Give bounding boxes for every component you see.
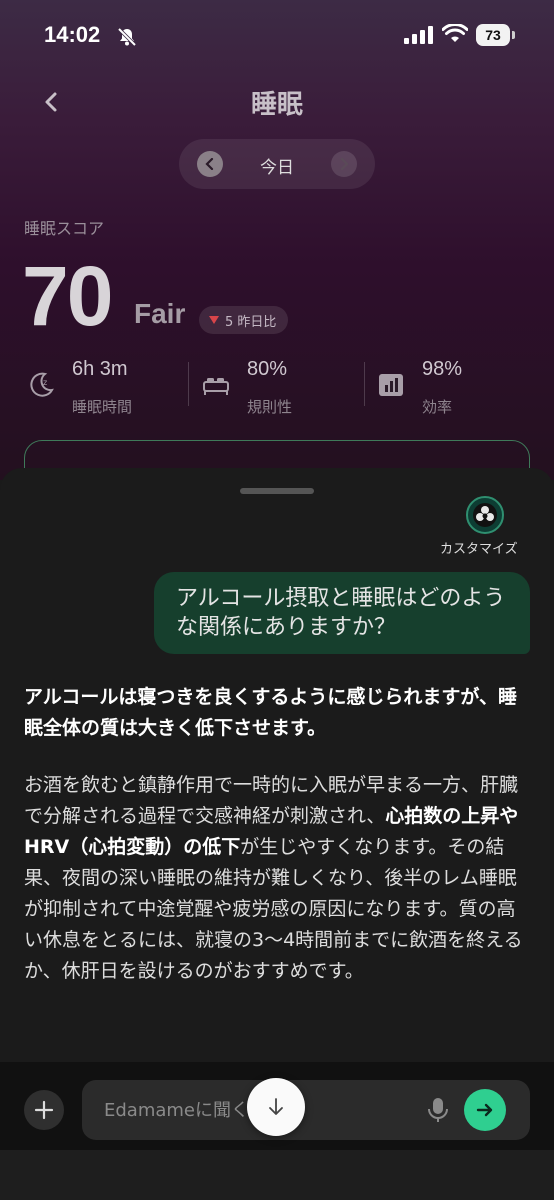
user-message-bubble: アルコール摂取と睡眠はどのような関係にありますか？ [154, 572, 530, 654]
home-indicator-area [0, 1150, 554, 1200]
microphone-icon[interactable] [426, 1096, 450, 1124]
metric-value: 6h 3m [72, 358, 128, 380]
customize-label[interactable]: カスタマイズ [440, 538, 518, 557]
sleep-score-value: 70 [22, 249, 113, 343]
score-delta-text: 5 昨日比 [225, 314, 277, 330]
metric-divider [188, 362, 189, 406]
ai-response-body: お酒を飲むと鎮静作用で一時的に入眠が早まる一方、肝臓で分解される過程で交感神経が… [24, 770, 534, 987]
send-button[interactable] [464, 1089, 506, 1131]
wifi-icon [442, 24, 468, 42]
scroll-to-bottom-button[interactable] [247, 1078, 305, 1136]
date-navigator: 今日 [179, 139, 375, 189]
metric-label: 睡眠時間 [72, 398, 133, 416]
metric-value: 98% [422, 358, 463, 380]
metric-label: 規則性 [247, 398, 293, 416]
ai-response: アルコールは寝つきを良くするように感じられますが、睡眠全体の質は大きく低下させま… [24, 682, 534, 987]
page-title: 睡眠 [250, 90, 303, 120]
status-time: 14:02 [44, 22, 101, 47]
bell-muted-icon [117, 27, 137, 47]
sleep-score-label: 睡眠スコア [24, 219, 105, 238]
metric-value: 80% [247, 358, 288, 380]
sheet-drag-handle[interactable] [240, 488, 314, 494]
arrow-right-icon [476, 1103, 493, 1117]
moon-icon: z [30, 372, 54, 397]
edamame-avatar-icon [473, 503, 497, 527]
status-bar: 14:02 73 [0, 0, 554, 72]
chat-input-field[interactable] [82, 1080, 530, 1140]
battery-indicator: 73 [476, 24, 515, 46]
metric-label: 効率 [422, 398, 453, 416]
score-delta-badge: 5 昨日比 [199, 306, 289, 334]
plus-icon [34, 1100, 54, 1120]
metric-divider [364, 362, 365, 406]
chevron-right-icon [340, 158, 349, 170]
down-arrow-icon [209, 316, 219, 324]
customize-avatar[interactable] [466, 496, 504, 534]
arrow-down-icon [269, 1098, 283, 1115]
cellular-signal-icon [404, 26, 433, 44]
ai-response-lead: アルコールは寝つきを良くするように感じられますが、睡眠全体の質は大きく低下させま… [24, 686, 518, 739]
add-attachment-button[interactable] [24, 1090, 64, 1130]
next-day-button[interactable] [331, 151, 357, 177]
sleep-score-grade: Fair [134, 298, 186, 329]
efficiency-icon [379, 374, 403, 396]
svg-text:z: z [43, 378, 47, 387]
bed-icon [203, 378, 229, 395]
